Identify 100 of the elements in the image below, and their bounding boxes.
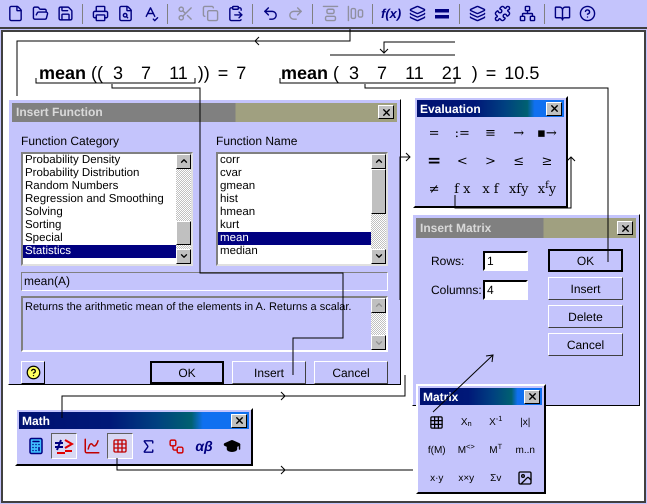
operator-button[interactable]: ≡ xyxy=(476,120,505,148)
scroll-thumb[interactable] xyxy=(176,220,191,245)
list-item[interactable]: Regression and Smoothing xyxy=(23,192,176,206)
list-item[interactable]: kurt xyxy=(218,218,371,232)
undo-icon xyxy=(262,5,278,22)
folder-icon xyxy=(32,5,48,22)
parenthesis: )) xyxy=(198,62,210,85)
list-item[interactable]: Sorting xyxy=(23,218,176,232)
list-item[interactable]: Solving xyxy=(23,206,176,219)
graduation-cap-icon xyxy=(223,437,241,455)
list-item[interactable]: hist xyxy=(218,192,371,206)
input-field[interactable]: 1 xyxy=(483,251,528,271)
result-value: 7 xyxy=(236,62,246,85)
operator-button[interactable]: f(M) xyxy=(422,436,452,464)
operator-button[interactable]: x·y xyxy=(422,464,452,492)
function-name: mean xyxy=(281,62,328,85)
insert-function-button[interactable]: f(x) xyxy=(379,2,404,24)
operator-button[interactable]: Σv xyxy=(481,464,510,492)
field-label: Function Category xyxy=(21,132,120,150)
palette-title: Math xyxy=(21,412,50,430)
matrix-icon xyxy=(112,438,128,454)
operator-button[interactable]: M$^{<>}$ xyxy=(452,436,481,464)
list-item[interactable]: mean xyxy=(218,232,371,245)
close-icon xyxy=(548,103,560,114)
operator-button[interactable]: x f xyxy=(476,176,505,204)
operator-button[interactable]: ▪→ xyxy=(532,120,561,148)
list-item[interactable]: Random Numbers xyxy=(23,180,176,193)
book-icon xyxy=(554,5,571,22)
input-field[interactable]: 4 xyxy=(483,280,528,300)
operator-button[interactable]: ≥ xyxy=(532,148,561,176)
scrollbar[interactable] xyxy=(176,154,191,264)
list-item[interactable]: Special xyxy=(23,232,176,245)
close-icon xyxy=(620,222,630,234)
operator-button[interactable]: X$^{-1}$ xyxy=(481,408,510,436)
function-name: mean xyxy=(39,62,86,85)
list-item[interactable]: median xyxy=(218,244,371,258)
operator-button[interactable]: = xyxy=(420,148,448,176)
parenthesis: ) xyxy=(472,62,478,85)
matrix-element: 3 xyxy=(113,62,124,85)
help-icon xyxy=(578,5,596,22)
print-preview-icon xyxy=(116,5,134,22)
operator-button[interactable]: f x xyxy=(448,176,476,204)
operator-button[interactable]: M$^{T}$ xyxy=(481,436,510,464)
greek-button[interactable]: αβ xyxy=(191,433,217,459)
matrix-element: 11 xyxy=(169,62,188,85)
cut-icon xyxy=(176,5,194,22)
copy-icon xyxy=(202,5,218,22)
flowchart-icon xyxy=(168,438,184,454)
operator-button[interactable]: → xyxy=(504,120,533,148)
dialog-button[interactable]: OK xyxy=(150,361,224,384)
operator-button[interactable]: := xyxy=(448,120,476,148)
operator-button[interactable]: ≤ xyxy=(504,148,533,176)
operator-button[interactable]: > xyxy=(476,148,505,176)
list-item[interactable]: corr xyxy=(218,154,371,167)
scrollbar[interactable] xyxy=(371,154,386,264)
close-button[interactable] xyxy=(231,414,247,428)
calculator-icon xyxy=(27,437,45,455)
palette-title: Matrix xyxy=(422,388,458,406)
dialog-button[interactable]: Insert xyxy=(548,277,623,300)
close-button[interactable] xyxy=(546,102,562,116)
dialog-button[interactable]: OK xyxy=(548,249,623,272)
operator-button[interactable]: |x| xyxy=(510,408,540,436)
operator-button[interactable]: x×y xyxy=(452,464,481,492)
palette-button[interactable] xyxy=(107,433,133,459)
equals-icon xyxy=(435,8,450,18)
close-button[interactable] xyxy=(617,221,633,235)
close-button[interactable] xyxy=(524,390,540,404)
operator-button[interactable]: xfy xyxy=(504,176,533,204)
help-button[interactable] xyxy=(21,361,45,384)
list-item[interactable]: cvar xyxy=(218,166,371,180)
help-icon xyxy=(26,365,40,380)
operator-button[interactable]: m..n xyxy=(510,436,540,464)
list-item[interactable]: Probability Density xyxy=(23,154,176,167)
palette-button[interactable] xyxy=(51,433,77,459)
close-icon xyxy=(526,391,538,402)
operator-button[interactable]: = xyxy=(420,120,448,148)
align-across-icon xyxy=(322,5,338,22)
dialog-button[interactable]: Cancel xyxy=(548,333,623,356)
close-button[interactable] xyxy=(378,105,394,120)
new-file-icon xyxy=(6,5,24,22)
list-item[interactable]: hmean xyxy=(218,206,371,219)
redo-icon xyxy=(286,5,304,22)
scrollbar[interactable] xyxy=(371,298,386,350)
operator-button[interactable]: < xyxy=(448,148,476,176)
matrix-icon xyxy=(429,414,444,430)
list-item[interactable]: Statistics xyxy=(23,244,176,258)
list-item[interactable]: Probability Distribution xyxy=(23,166,176,180)
list-item[interactable]: gmean xyxy=(218,180,371,193)
equals-sign: = xyxy=(486,62,496,85)
dialog-button[interactable]: Cancel xyxy=(314,361,388,384)
operator-button[interactable]: x$^{f}$y xyxy=(532,176,561,204)
dialog-button[interactable]: Insert xyxy=(232,361,306,384)
picture-icon xyxy=(517,470,534,486)
printer-icon xyxy=(92,5,108,22)
scroll-thumb[interactable] xyxy=(371,168,386,214)
signature-field: mean(A) xyxy=(21,272,388,291)
operator-button[interactable]: X$_{n}$ xyxy=(452,408,481,436)
dialog-button[interactable]: Delete xyxy=(548,305,623,328)
matrix-element: 7 xyxy=(141,62,152,85)
operator-button[interactable]: ≠ xyxy=(420,176,448,204)
